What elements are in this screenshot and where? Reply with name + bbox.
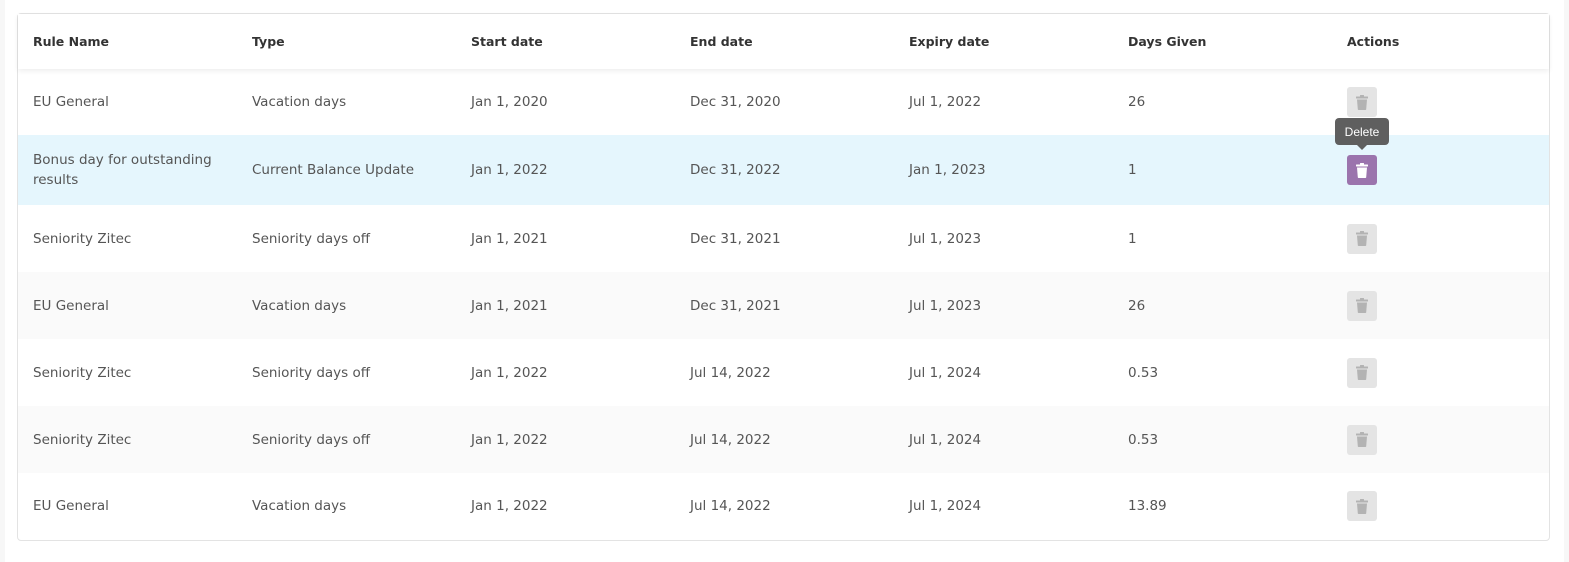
header-days-given[interactable]: Days Given xyxy=(1113,32,1332,52)
cell-rule-name: Seniority Zitec xyxy=(33,230,132,247)
cell-end-date: Dec 31, 2020 xyxy=(690,94,781,110)
cell-actions xyxy=(1332,155,1549,185)
cell-start-date: Jan 1, 2021 xyxy=(471,297,548,314)
header-actions: Actions xyxy=(1347,33,1400,49)
cell-end-date: Dec 31, 2022 xyxy=(690,162,781,178)
cell-days-given: 0.53 xyxy=(1128,364,1159,381)
table-row[interactable]: EU General Vacation days Jan 1, 2022 Jul… xyxy=(18,473,1549,539)
cell-actions xyxy=(1332,290,1549,321)
trash-icon xyxy=(1356,498,1368,514)
header-start-date[interactable]: Start date xyxy=(456,32,675,52)
cell-rule-name: EU General xyxy=(33,297,109,314)
header-rule-name[interactable]: Rule Name xyxy=(18,32,237,52)
cell-days-given: 1 xyxy=(1128,230,1137,247)
cell-days-given: 26 xyxy=(1128,297,1146,314)
cell-end-date: Jul 14, 2022 xyxy=(690,498,771,514)
header-end-date[interactable]: End date xyxy=(675,32,894,52)
cell-expiry-date: Jul 1, 2023 xyxy=(909,297,982,314)
delete-button[interactable] xyxy=(1347,491,1377,521)
cell-type: Vacation days xyxy=(252,498,347,514)
cell-start-date: Jan 1, 2021 xyxy=(471,230,548,247)
cell-actions xyxy=(1332,424,1549,455)
cell-type: Vacation days xyxy=(252,297,347,314)
cell-days-given: 13.89 xyxy=(1128,498,1167,514)
cell-expiry-date: Jul 1, 2024 xyxy=(909,364,982,381)
trash-icon xyxy=(1356,298,1368,313)
cell-start-date: Jan 1, 2022 xyxy=(471,364,548,381)
cell-expiry-date: Jul 1, 2024 xyxy=(909,431,982,448)
cell-type: Seniority days off xyxy=(252,431,371,448)
cell-rule-name: EU General xyxy=(33,94,109,110)
table-row[interactable]: EU General Vacation days Jan 1, 2020 Dec… xyxy=(18,69,1549,135)
cell-end-date: Jul 14, 2022 xyxy=(690,431,771,448)
delete-button[interactable] xyxy=(1347,357,1377,388)
cell-days-given: 0.53 xyxy=(1128,431,1159,448)
delete-button[interactable] xyxy=(1347,290,1377,321)
cell-type: Current Balance Update xyxy=(252,162,415,178)
cell-start-date: Jan 1, 2020 xyxy=(471,94,548,110)
trash-icon xyxy=(1356,162,1368,178)
trash-icon xyxy=(1356,365,1368,380)
cell-end-date: Dec 31, 2021 xyxy=(690,297,781,314)
cell-actions xyxy=(1332,491,1549,521)
delete-button[interactable] xyxy=(1347,155,1377,185)
cell-end-date: Dec 31, 2021 xyxy=(690,230,781,247)
table-row[interactable]: Seniority Zitec Seniority days off Jan 1… xyxy=(18,339,1549,406)
table-header-row: Rule Name Type Start date End date Expir… xyxy=(18,14,1549,69)
cell-days-given: 1 xyxy=(1128,162,1137,178)
cell-expiry-date: Jul 1, 2024 xyxy=(909,498,982,514)
table-row[interactable]: Bonus day for outstanding results Curren… xyxy=(18,135,1549,205)
cell-end-date: Jul 14, 2022 xyxy=(690,364,771,381)
cell-rule-name: Bonus day for outstanding results xyxy=(33,152,212,188)
table-row[interactable]: Seniority Zitec Seniority days off Jan 1… xyxy=(18,205,1549,272)
delete-button[interactable] xyxy=(1347,87,1377,117)
cell-rule-name: Seniority Zitec xyxy=(33,364,132,381)
cell-rule-name: EU General xyxy=(33,498,109,514)
cell-days-given: 26 xyxy=(1128,94,1146,110)
delete-button[interactable] xyxy=(1347,223,1377,254)
delete-tooltip: Delete xyxy=(1335,118,1389,150)
cell-actions xyxy=(1332,87,1549,117)
trash-icon xyxy=(1356,94,1368,110)
cell-actions xyxy=(1332,357,1549,388)
content-card: Rule Name Type Start date End date Expir… xyxy=(5,0,1564,562)
cell-expiry-date: Jul 1, 2023 xyxy=(909,230,982,247)
cell-start-date: Jan 1, 2022 xyxy=(471,162,548,178)
cell-type: Vacation days xyxy=(252,94,347,110)
table-row[interactable]: Seniority Zitec Seniority days off Jan 1… xyxy=(18,406,1549,473)
rules-table: Rule Name Type Start date End date Expir… xyxy=(17,13,1550,541)
cell-rule-name: Seniority Zitec xyxy=(33,431,132,448)
trash-icon xyxy=(1356,432,1368,447)
header-expiry-date[interactable]: Expiry date xyxy=(894,32,1113,52)
cell-type: Seniority days off xyxy=(252,364,371,381)
cell-start-date: Jan 1, 2022 xyxy=(471,431,548,448)
cell-expiry-date: Jan 1, 2023 xyxy=(909,162,986,178)
table-row[interactable]: EU General Vacation days Jan 1, 2021 Dec… xyxy=(18,272,1549,339)
cell-type: Seniority days off xyxy=(252,230,371,247)
cell-start-date: Jan 1, 2022 xyxy=(471,498,548,514)
cell-actions xyxy=(1332,223,1549,254)
trash-icon xyxy=(1356,231,1368,246)
cell-expiry-date: Jul 1, 2022 xyxy=(909,94,982,110)
header-type[interactable]: Type xyxy=(237,32,456,52)
delete-button[interactable] xyxy=(1347,424,1377,455)
